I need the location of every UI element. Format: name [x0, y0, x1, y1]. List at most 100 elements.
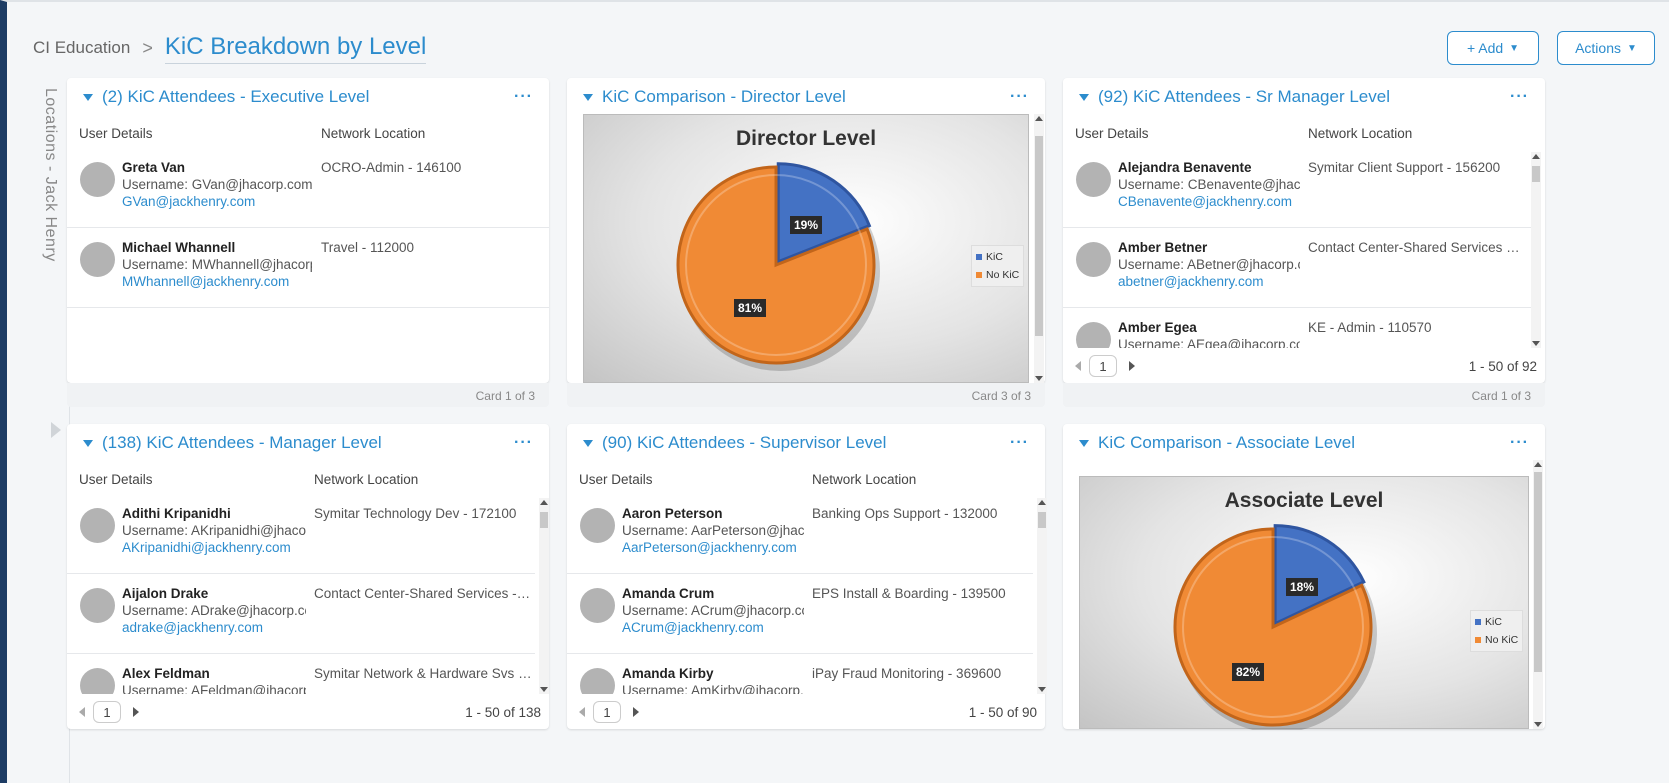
page-number-input[interactable]: 1	[93, 701, 121, 723]
prev-page-icon[interactable]	[79, 707, 85, 717]
actions-button[interactable]: Actions ▼	[1557, 31, 1655, 65]
page-header: CI Education > KiC Breakdown by Level + …	[33, 28, 1655, 68]
pagination: 1 1 - 50 of 90	[567, 698, 1045, 726]
user-location: Symitar Technology Dev - 172100	[314, 506, 517, 521]
card-menu-icon[interactable]: ···	[514, 434, 533, 452]
list-item[interactable]: Amber Betner Username: ABetner@jhacorp.c…	[1063, 228, 1531, 308]
user-email-link[interactable]: AarPeterson@jackhenry.com	[622, 540, 797, 555]
legend-no-kic: No KiC	[986, 269, 1020, 281]
collapse-card-icon[interactable]	[83, 93, 93, 101]
pie-label-no-kic: 82%	[1232, 663, 1265, 681]
card-sr-manager-level: (92) KiC Attendees - Sr Manager Level ··…	[1063, 78, 1545, 383]
user-location: iPay Fraud Monitoring - 369600	[812, 666, 1002, 681]
list-item[interactable]: Michael Whannell Username: MWhannell@jha…	[67, 228, 549, 308]
collapse-card-icon[interactable]	[583, 93, 593, 101]
user-name: Alex Feldman	[122, 666, 210, 681]
card-menu-icon[interactable]: ···	[1510, 434, 1529, 452]
list-scrollbar[interactable]	[1037, 498, 1047, 694]
user-location: Symitar Client Support - 156200	[1308, 160, 1501, 175]
expand-rail-icon[interactable]	[51, 422, 61, 438]
avatar	[580, 588, 615, 623]
next-page-icon[interactable]	[1129, 361, 1135, 371]
user-login: Username: MWhannell@jhacorp.	[122, 257, 312, 272]
user-list: Alejandra Benavente Username: CBenavente…	[1063, 148, 1531, 348]
user-login: Username: AEgea@jhacorp.co	[1118, 337, 1300, 348]
avatar	[1076, 322, 1111, 348]
user-login: Username: ABetner@jhacorp.c	[1118, 257, 1300, 272]
card-title: KiC Comparison - Associate Level	[1098, 433, 1356, 452]
side-rail-label[interactable]: Locations - Jack Henry	[41, 88, 59, 262]
collapse-card-icon[interactable]	[1079, 439, 1089, 447]
list-item[interactable]: Aijalon Drake Username: ADrake@jhacorp.c…	[67, 574, 535, 654]
user-email-link[interactable]: abetner@jackhenry.com	[1118, 274, 1264, 289]
user-email-link[interactable]: ACrum@jackhenry.com	[622, 620, 764, 635]
list-item[interactable]: Alex Feldman Username: AFeldman@jhacorp …	[67, 654, 535, 694]
user-location: EPS Install & Boarding - 139500	[812, 586, 1006, 601]
column-user-details: User Details	[579, 472, 653, 487]
user-login: Username: GVan@jhacorp.com	[122, 177, 312, 192]
list-item[interactable]: Alejandra Benavente Username: CBenavente…	[1063, 148, 1531, 228]
list-scrollbar[interactable]	[1531, 152, 1541, 348]
card-menu-icon[interactable]: ···	[1510, 88, 1529, 106]
card-title: (92) KiC Attendees - Sr Manager Level	[1098, 87, 1390, 106]
user-location: Contact Center-Shared Services - 3...	[314, 586, 532, 601]
list-item[interactable]: Amanda Kirby Username: AmKirby@jhacorp.c…	[567, 654, 1033, 694]
user-email-link[interactable]: AKripanidhi@jackhenry.com	[122, 540, 291, 555]
card-menu-icon[interactable]: ···	[1010, 88, 1029, 106]
collapse-card-icon[interactable]	[583, 439, 593, 447]
user-email-link[interactable]: CBenavente@jackhenry.com	[1118, 194, 1292, 209]
next-page-icon[interactable]	[133, 707, 139, 717]
list-item[interactable]: Amber Egea Username: AEgea@jhacorp.co KE…	[1063, 308, 1531, 348]
card-menu-icon[interactable]: ···	[1010, 434, 1029, 452]
chart-legend: KiC No KiC	[1470, 610, 1524, 652]
card-supervisor-level: (90) KiC Attendees - Supervisor Level ··…	[567, 424, 1047, 729]
list-item[interactable]: Amanda Crum Username: ACrum@jhacorp.co A…	[567, 574, 1033, 654]
user-location: Contact Center-Shared Services - ...	[1308, 240, 1523, 255]
list-scrollbar[interactable]	[539, 498, 549, 694]
director-pie-chart: Director Level 19% 81% KiC No KiC	[583, 114, 1029, 383]
page-number-input[interactable]: 1	[1089, 355, 1117, 377]
chevron-down-icon: ▼	[1627, 42, 1637, 54]
column-network-location: Network Location	[321, 126, 426, 141]
collapse-card-icon[interactable]	[83, 439, 93, 447]
pie-label-no-kic: 81%	[734, 299, 767, 317]
app-frame: CI Education > KiC Breakdown by Level + …	[0, 0, 1669, 783]
prev-page-icon[interactable]	[579, 707, 585, 717]
user-login: Username: AmKirby@jhacorp.c	[622, 683, 804, 694]
user-name: Michael Whannell	[122, 240, 236, 255]
user-login: Username: ACrum@jhacorp.co	[622, 603, 804, 618]
breadcrumb-ci-education[interactable]: CI Education	[33, 38, 130, 58]
legend-no-kic: No KiC	[1485, 634, 1519, 646]
prev-page-icon[interactable]	[1075, 361, 1081, 371]
card-executive-level: (2) KiC Attendees - Executive Level ··· …	[67, 78, 549, 383]
chart-scrollbar[interactable]	[1533, 460, 1543, 729]
user-name: Amber Betner	[1118, 240, 1208, 255]
user-email-link[interactable]: GVan@jackhenry.com	[122, 194, 255, 209]
user-login: Username: AarPeterson@jhacc	[622, 523, 804, 538]
avatar	[580, 508, 615, 543]
collapse-card-icon[interactable]	[1079, 93, 1089, 101]
next-page-icon[interactable]	[633, 707, 639, 717]
user-email-link[interactable]: MWhannell@jackhenry.com	[122, 274, 289, 289]
pie-label-kic: 19%	[790, 216, 823, 234]
pie-svg	[676, 162, 880, 371]
card-footer: Card 3 of 3	[567, 383, 1045, 407]
page-number-input[interactable]: 1	[593, 701, 621, 723]
chart-scrollbar[interactable]	[1034, 114, 1044, 383]
chart-legend: KiC No KiC	[971, 245, 1025, 287]
card-footer: Card 1 of 3	[67, 383, 549, 407]
user-list: Adithi Kripanidhi Username: AKripanidhi@…	[67, 494, 535, 694]
page-range: 1 - 50 of 90	[968, 704, 1037, 720]
user-list: Greta Van Username: GVan@jhacorp.com GVa…	[67, 148, 549, 378]
list-item[interactable]: Adithi Kripanidhi Username: AKripanidhi@…	[67, 494, 535, 574]
card-menu-icon[interactable]: ···	[514, 88, 533, 106]
user-name: Adithi Kripanidhi	[122, 506, 231, 521]
user-name: Alejandra Benavente	[1118, 160, 1252, 175]
list-item[interactable]: Aaron Peterson Username: AarPeterson@jha…	[567, 494, 1033, 574]
card-associate-chart: KiC Comparison - Associate Level ··· Ass…	[1063, 424, 1545, 730]
user-location: Travel - 112000	[321, 240, 415, 255]
list-item[interactable]: Greta Van Username: GVan@jhacorp.com GVa…	[67, 148, 549, 228]
user-email-link[interactable]: adrake@jackhenry.com	[122, 620, 263, 635]
user-location: Banking Ops Support - 132000	[812, 506, 998, 521]
add-button[interactable]: + Add ▼	[1447, 31, 1539, 65]
